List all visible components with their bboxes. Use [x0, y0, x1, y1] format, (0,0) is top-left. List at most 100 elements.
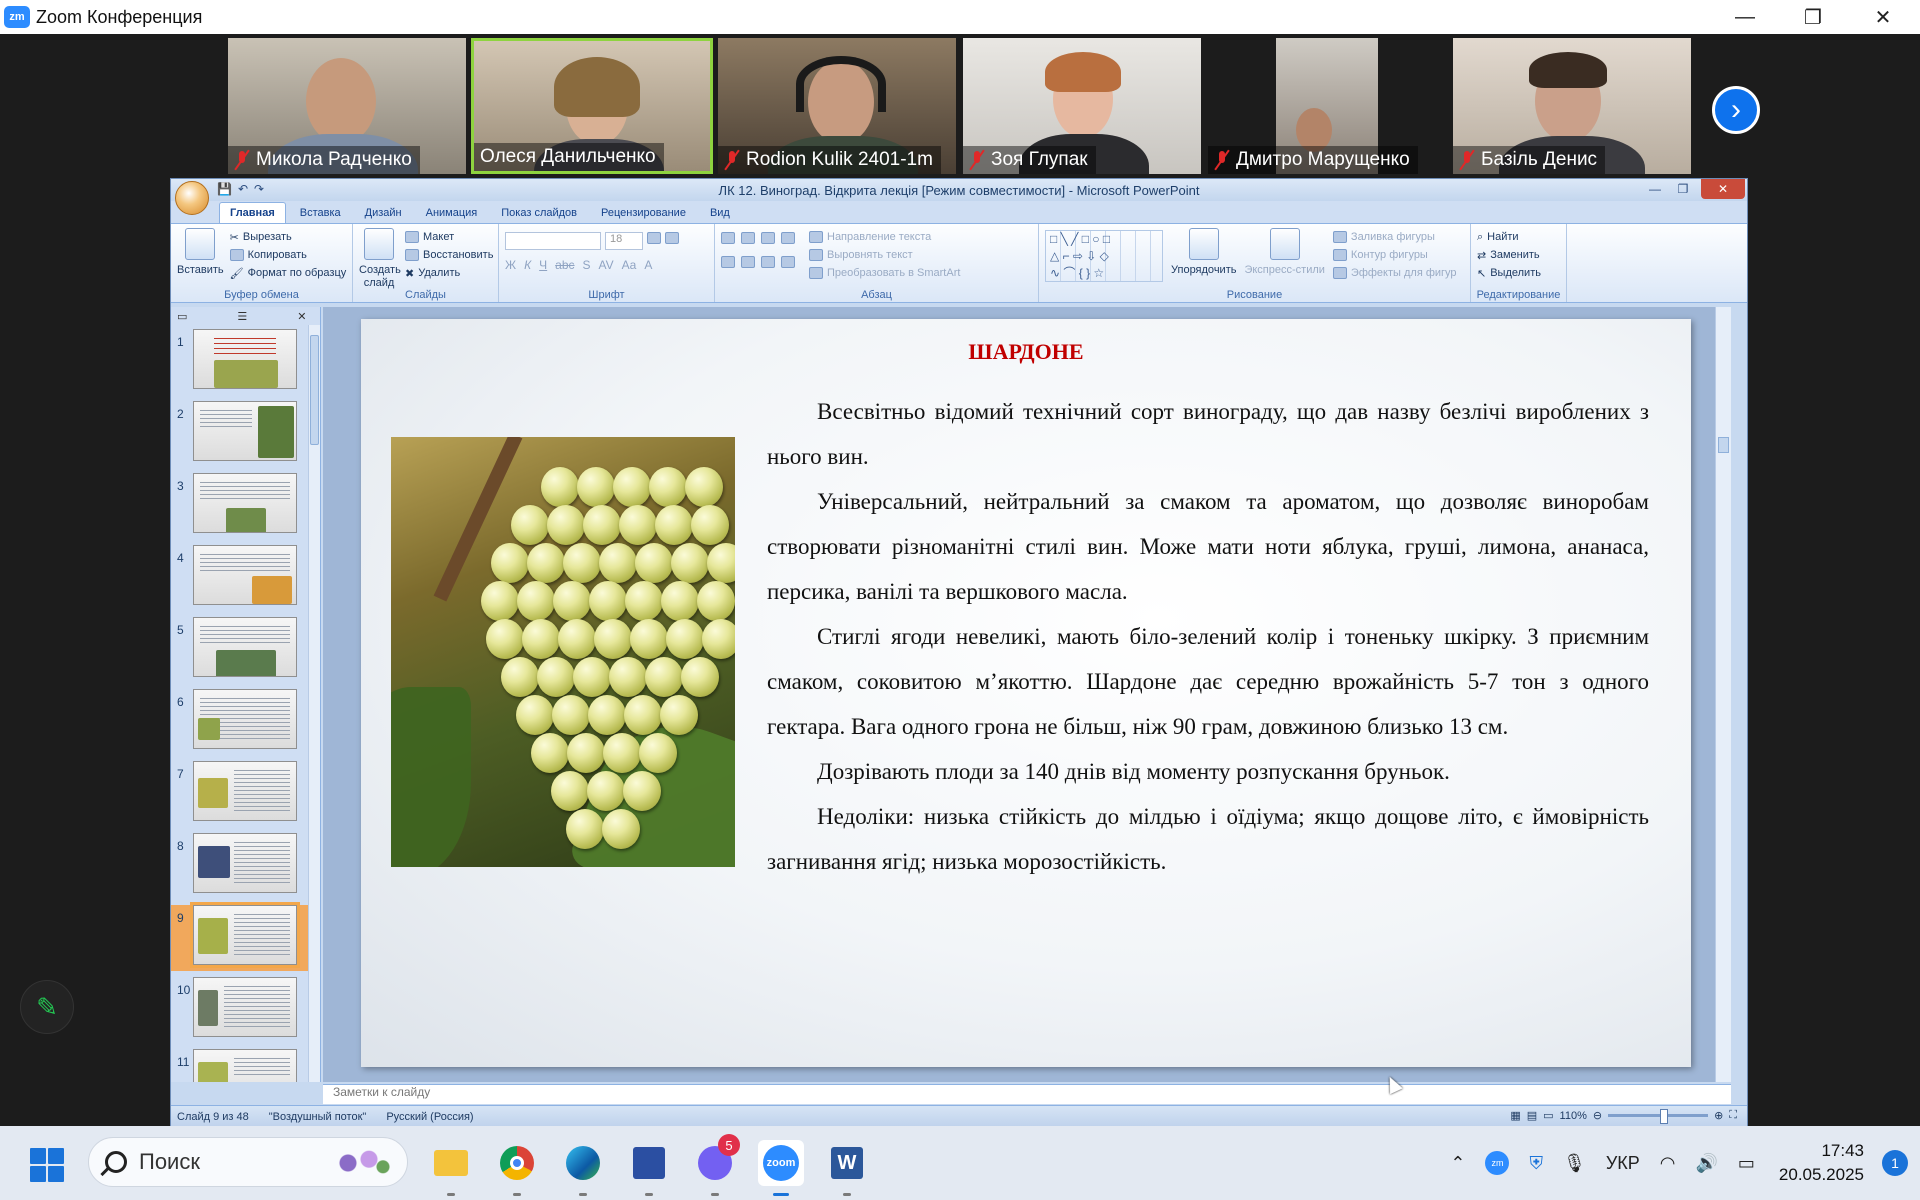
- sorter-view-icon[interactable]: ▤: [1527, 1109, 1537, 1122]
- align-center-icon[interactable]: [741, 256, 755, 268]
- slide-scrollbar[interactable]: [1715, 307, 1731, 1082]
- scrollbar-thumb[interactable]: [310, 335, 319, 445]
- tab-design[interactable]: Дизайн: [355, 203, 412, 223]
- viber-app[interactable]: 5: [692, 1134, 740, 1196]
- arrange-button[interactable]: Упорядочить: [1171, 228, 1236, 298]
- microphone-icon[interactable]: 🎙: [1563, 1153, 1586, 1174]
- spacing-icon[interactable]: AV: [599, 258, 614, 272]
- numbering-icon[interactable]: [741, 232, 755, 244]
- minimize-button[interactable]: —: [1710, 0, 1780, 34]
- annotate-pencil-button[interactable]: ✎: [20, 980, 74, 1034]
- slides-pane-scrollbar[interactable]: [308, 325, 320, 1082]
- undo-icon[interactable]: ↶: [238, 182, 248, 196]
- slide-thumbnail[interactable]: 2: [171, 401, 311, 467]
- video-tile[interactable]: Базіль Денис: [1453, 38, 1691, 174]
- underline-icon[interactable]: Ч: [539, 258, 547, 272]
- slide-thumbnail[interactable]: 11: [171, 1049, 311, 1082]
- bullets-icon[interactable]: [721, 232, 735, 244]
- slide-thumbnail-selected[interactable]: 9: [171, 902, 311, 971]
- font-color-icon[interactable]: A: [644, 258, 652, 272]
- edge-app[interactable]: [560, 1140, 606, 1196]
- slide-body-text[interactable]: Всесвітньо відомий технічний сорт виногр…: [767, 389, 1649, 884]
- slide-canvas[interactable]: ШАРДОНЕ Всесвітньо відомий технічний сор…: [361, 319, 1691, 1067]
- find-button[interactable]: ⌕ Найти: [1477, 228, 1560, 246]
- zoom-level[interactable]: 110%: [1560, 1110, 1587, 1122]
- word-app[interactable]: W: [824, 1140, 870, 1196]
- notes-pane[interactable]: Заметки к слайду: [323, 1084, 1731, 1104]
- slides-tab-icon[interactable]: ▭: [177, 310, 187, 323]
- ppt-restore-button[interactable]: ❐: [1669, 179, 1697, 199]
- scrollbar-thumb[interactable]: [1718, 437, 1729, 453]
- slideshow-view-icon[interactable]: ▭: [1543, 1109, 1553, 1122]
- font-size-field[interactable]: 18: [605, 232, 643, 250]
- justify-icon[interactable]: [781, 256, 795, 268]
- strikethrough-icon[interactable]: abc: [555, 258, 574, 272]
- video-tile-active-speaker[interactable]: Олеся Данильченко: [471, 38, 713, 174]
- case-icon[interactable]: Aa: [622, 258, 637, 272]
- delete-slide-button[interactable]: ✖ Удалить: [405, 264, 493, 282]
- shadow-icon[interactable]: S: [583, 258, 591, 272]
- ppt-close-button[interactable]: ✕: [1701, 179, 1745, 199]
- slide-thumbnail[interactable]: 3: [171, 473, 311, 539]
- slide-thumbnail[interactable]: 1: [171, 329, 311, 395]
- chrome-app[interactable]: [494, 1140, 540, 1196]
- quick-styles-button[interactable]: Экспресс-стили: [1244, 228, 1325, 298]
- format-painter-button[interactable]: 🖌 Формат по образцу: [230, 264, 347, 282]
- zoom-in-icon[interactable]: ⊕: [1714, 1109, 1723, 1122]
- shrink-font-icon[interactable]: [665, 232, 679, 244]
- shape-outline-button[interactable]: Контур фигуры: [1332, 246, 1457, 264]
- close-button[interactable]: ✕: [1848, 0, 1918, 34]
- tab-view[interactable]: Вид: [700, 203, 740, 223]
- replace-button[interactable]: ⇄ Заменить: [1477, 246, 1560, 264]
- new-slide-button[interactable]: Создать слайд: [359, 228, 401, 298]
- video-tile[interactable]: Микола Радченко: [228, 38, 466, 174]
- bold-icon[interactable]: Ж: [505, 258, 516, 272]
- copy-button[interactable]: Копировать: [229, 246, 347, 264]
- save-app[interactable]: [626, 1140, 672, 1196]
- shape-effects-button[interactable]: Эффекты для фигур: [1332, 264, 1457, 282]
- ppt-minimize-button[interactable]: —: [1641, 179, 1669, 199]
- tab-insert[interactable]: Вставка: [290, 203, 351, 223]
- shapes-gallery[interactable]: □ ╲ ╱ □ ○ □ △ ⌐ ⇨ ⇩ ◇ ∿ ⌒ { } ☆: [1045, 230, 1163, 282]
- slide-thumbnail[interactable]: 8: [171, 833, 311, 899]
- align-left-icon[interactable]: [721, 256, 735, 268]
- language-status[interactable]: Русский (Россия): [386, 1111, 473, 1123]
- office-button[interactable]: [175, 181, 209, 215]
- slide-thumbnail[interactable]: 4: [171, 545, 311, 611]
- grow-font-icon[interactable]: [647, 232, 661, 244]
- redo-icon[interactable]: ↷: [254, 182, 264, 196]
- wifi-icon[interactable]: ◠: [1660, 1153, 1676, 1174]
- battery-icon[interactable]: ▭: [1738, 1153, 1755, 1174]
- italic-icon[interactable]: К: [524, 258, 531, 272]
- chevron-up-icon[interactable]: ⌃: [1450, 1153, 1465, 1174]
- tab-slideshow[interactable]: Показ слайдов: [491, 203, 587, 223]
- align-text-button[interactable]: Выровнять текст: [809, 246, 960, 264]
- select-button[interactable]: ↖ Выделить: [1477, 264, 1560, 282]
- zoom-app[interactable]: zoom: [758, 1140, 804, 1196]
- font-name-field[interactable]: [505, 232, 601, 250]
- slide-thumbnail[interactable]: 5: [171, 617, 311, 683]
- video-tile[interactable]: Rodion Kulik 2401-1m: [718, 38, 956, 174]
- video-tile[interactable]: Зоя Глупак: [963, 38, 1201, 174]
- clock[interactable]: 17:43 20.05.2025: [1779, 1139, 1864, 1187]
- paste-button[interactable]: Вставить: [177, 228, 224, 298]
- cut-button[interactable]: ✂ Вырезать: [230, 228, 347, 246]
- taskbar-search[interactable]: Поиск: [88, 1137, 408, 1187]
- tab-home[interactable]: Главная: [219, 202, 286, 223]
- grape-photo[interactable]: [391, 437, 735, 867]
- zoom-tray-icon[interactable]: zm: [1485, 1151, 1510, 1175]
- reset-button[interactable]: Восстановить: [405, 246, 493, 264]
- defender-icon[interactable]: ⛨: [1529, 1153, 1543, 1174]
- volume-icon[interactable]: 🔊: [1695, 1153, 1717, 1174]
- slide-thumbnail[interactable]: 10: [171, 977, 311, 1043]
- decrease-indent-icon[interactable]: [761, 232, 775, 244]
- layout-button[interactable]: Макет: [405, 228, 493, 246]
- fit-window-icon[interactable]: ⛶: [1729, 1109, 1737, 1122]
- increase-indent-icon[interactable]: [781, 232, 795, 244]
- next-participants-button[interactable]: ›: [1712, 86, 1760, 134]
- zoom-slider[interactable]: [1608, 1109, 1709, 1124]
- text-direction-button[interactable]: Направление текста: [809, 228, 960, 246]
- slide-thumbnail[interactable]: 7: [171, 761, 311, 827]
- start-button[interactable]: [30, 1148, 64, 1182]
- normal-view-icon[interactable]: ▦: [1510, 1109, 1520, 1122]
